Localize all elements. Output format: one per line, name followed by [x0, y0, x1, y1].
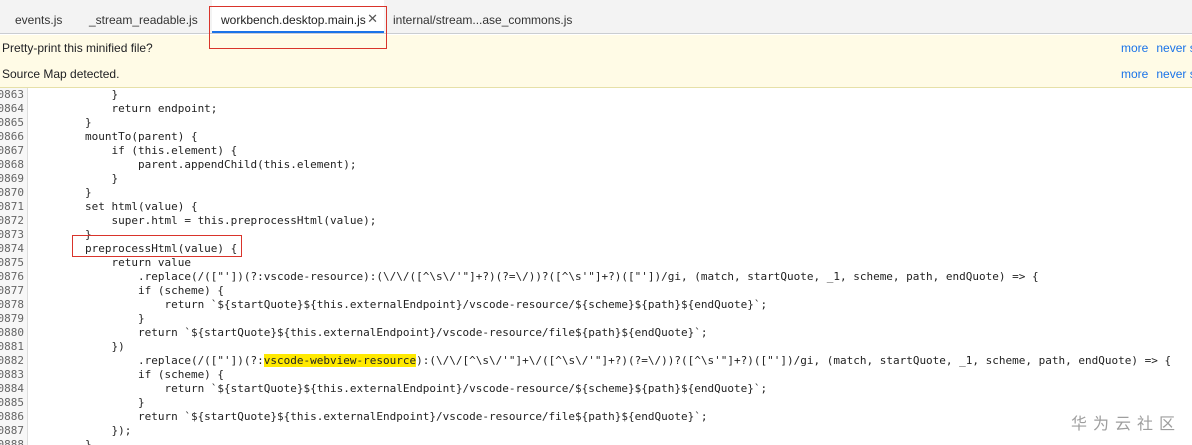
watermark: 华为云社区 [1071, 416, 1182, 433]
code-text-segment: ):(\/\/[^\s\/'"]+\/([^\s\/'"]+?)(?=\/))?… [416, 354, 1172, 367]
code-text: preprocessHtml(value) { [32, 242, 238, 255]
never-show-link[interactable]: never s [1156, 41, 1192, 55]
line-number[interactable]: 0887 [0, 424, 24, 438]
line-number[interactable]: 0870 [0, 186, 24, 200]
more-link[interactable]: more [1121, 41, 1148, 55]
code-text: } [32, 438, 92, 445]
code-text: if (this.element) { [32, 144, 238, 157]
code-text: } [32, 116, 92, 129]
code-text: } [32, 186, 92, 199]
infobar-message: Source Map detected. [2, 67, 120, 81]
close-icon[interactable]: ✕ [367, 0, 378, 38]
code-text: if (scheme) { [32, 368, 225, 381]
code-text: return `${startQuote}${this.externalEndp… [32, 382, 768, 395]
code-text: } [32, 228, 92, 241]
line-number[interactable]: 0879 [0, 312, 24, 326]
code-text: .replace(/(["'])(?:vscode-webview-resour… [32, 354, 1171, 368]
code-text: return endpoint; [32, 102, 218, 115]
line-number[interactable]: 0871 [0, 200, 24, 214]
line-number[interactable]: 0884 [0, 382, 24, 396]
code-text: super.html = this.preprocessHtml(value); [32, 214, 377, 227]
line-number[interactable]: 0865 [0, 116, 24, 130]
line-number[interactable]: 0864 [0, 102, 24, 116]
line-number[interactable]: 0867 [0, 144, 24, 158]
code-text: if (scheme) { [32, 284, 225, 297]
code-text: } [32, 172, 119, 185]
line-number[interactable]: 0882 [0, 354, 24, 368]
code-text: }); [32, 424, 132, 437]
line-number[interactable]: 0868 [0, 158, 24, 172]
line-number[interactable]: 0881 [0, 340, 24, 354]
code-text: set html(value) { [32, 200, 198, 213]
line-number[interactable]: 0885 [0, 396, 24, 410]
line-number[interactable]: 0863 [0, 88, 24, 102]
tab-events-js[interactable]: events.js [15, 0, 62, 34]
line-number[interactable]: 0873 [0, 228, 24, 242]
never-show-link[interactable]: never s [1156, 67, 1192, 81]
line-number[interactable]: 0883 [0, 368, 24, 382]
line-number[interactable]: 0866 [0, 130, 24, 144]
search-match-highlight: vscode-webview-resource [263, 354, 417, 367]
line-number[interactable]: 0876 [0, 270, 24, 284]
code-text-segment: .replace(/(["'])(?: [32, 354, 264, 367]
tab-workbench-desktop-main-js[interactable]: workbench.desktop.main.js ✕ [212, 0, 384, 33]
tab-internal-stream-commons-js[interactable]: internal/stream...ase_commons.js [393, 0, 572, 34]
line-number[interactable]: 0875 [0, 256, 24, 270]
tab-stream-readable-js[interactable]: _stream_readable.js [89, 0, 198, 34]
line-number[interactable]: 0888 [0, 438, 24, 445]
code-text: }) [32, 340, 125, 353]
code-text: return value [32, 256, 191, 269]
line-number[interactable]: 0886 [0, 410, 24, 424]
line-number[interactable]: 0872 [0, 214, 24, 228]
code-text: } [32, 312, 145, 325]
code-text: .replace(/(["'])(?:vscode-resource):(\/\… [32, 270, 1039, 283]
code-text: } [32, 396, 145, 409]
infobar-message: Pretty-print this minified file? [2, 41, 153, 55]
code-text: } [32, 88, 119, 101]
more-link[interactable]: more [1121, 67, 1148, 81]
code-editor[interactable]: 0863 } 0864 return endpoint; 0865 } 0866 mo… [0, 88, 1192, 445]
code-text: return `${startQuote}${this.externalEndp… [32, 326, 708, 339]
source-map-infobar: Source Map detected. more never s [0, 61, 1192, 88]
line-number[interactable]: 0877 [0, 284, 24, 298]
line-number[interactable]: 0880 [0, 326, 24, 340]
code-text: return `${startQuote}${this.externalEndp… [32, 410, 708, 423]
line-number[interactable]: 0874 [0, 242, 24, 256]
code-text: mountTo(parent) { [32, 130, 198, 143]
code-text: parent.appendChild(this.element); [32, 158, 357, 171]
tab-bar: events.js _stream_readable.js workbench.… [0, 0, 1192, 34]
line-number[interactable]: 0878 [0, 298, 24, 312]
pretty-print-infobar: Pretty-print this minified file? more nev… [0, 35, 1192, 62]
line-number[interactable]: 0869 [0, 172, 24, 186]
tab-label: workbench.desktop.main.js [221, 13, 366, 27]
code-text: return `${startQuote}${this.externalEndp… [32, 298, 768, 311]
